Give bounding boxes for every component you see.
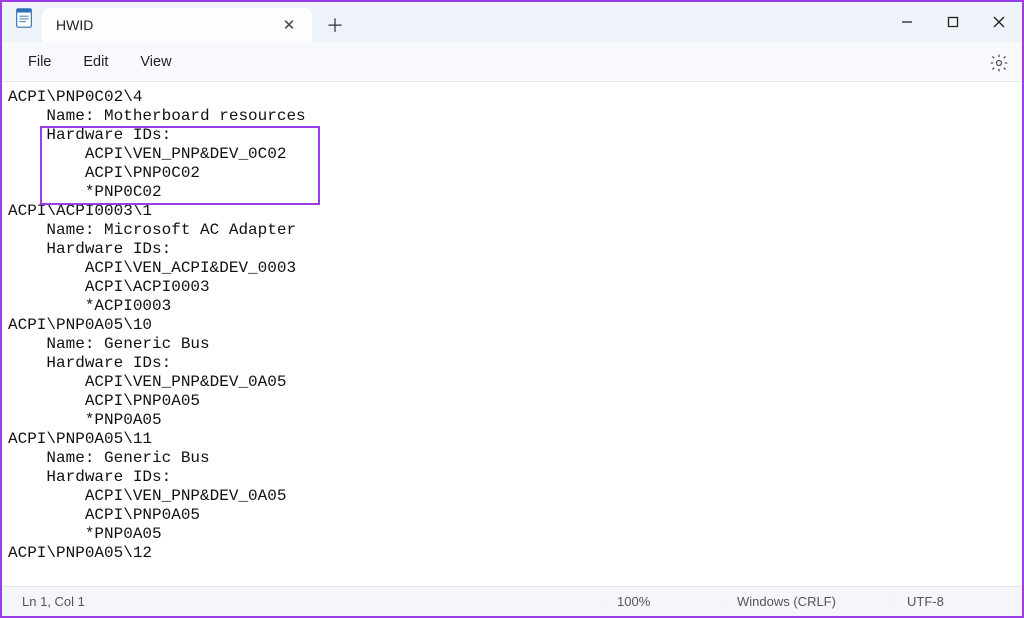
minimize-button[interactable] xyxy=(884,2,930,42)
menu-bar: File Edit View xyxy=(2,42,1022,82)
menu-view[interactable]: View xyxy=(124,48,187,76)
window-controls xyxy=(884,2,1022,42)
notepad-app-icon xyxy=(14,7,34,29)
menu-file[interactable]: File xyxy=(12,48,67,76)
close-window-button[interactable] xyxy=(976,2,1022,42)
close-tab-icon[interactable]: ✕ xyxy=(276,16,302,34)
menu-edit[interactable]: Edit xyxy=(67,48,124,76)
maximize-button[interactable] xyxy=(930,2,976,42)
title-bar: HWID ✕ ＋ xyxy=(2,2,1022,42)
editor-content[interactable]: ACPI\PNP0C02\4 Name: Motherboard resourc… xyxy=(2,82,1022,563)
app-window: HWID ✕ ＋ File Edit View xyxy=(0,0,1024,618)
status-zoom[interactable]: 100% xyxy=(602,594,722,609)
tab-active[interactable]: HWID ✕ xyxy=(42,8,312,42)
tab-title: HWID xyxy=(56,17,276,33)
text-editor[interactable]: ACPI\PNP0C02\4 Name: Motherboard resourc… xyxy=(2,82,1022,586)
status-cursor-position: Ln 1, Col 1 xyxy=(12,594,602,609)
new-tab-button[interactable]: ＋ xyxy=(318,8,352,42)
settings-button[interactable] xyxy=(986,50,1012,76)
status-line-ending[interactable]: Windows (CRLF) xyxy=(722,594,892,609)
status-bar: Ln 1, Col 1 100% Windows (CRLF) UTF-8 xyxy=(2,586,1022,616)
status-encoding[interactable]: UTF-8 xyxy=(892,594,1012,609)
tab-strip: HWID ✕ ＋ xyxy=(2,2,352,42)
